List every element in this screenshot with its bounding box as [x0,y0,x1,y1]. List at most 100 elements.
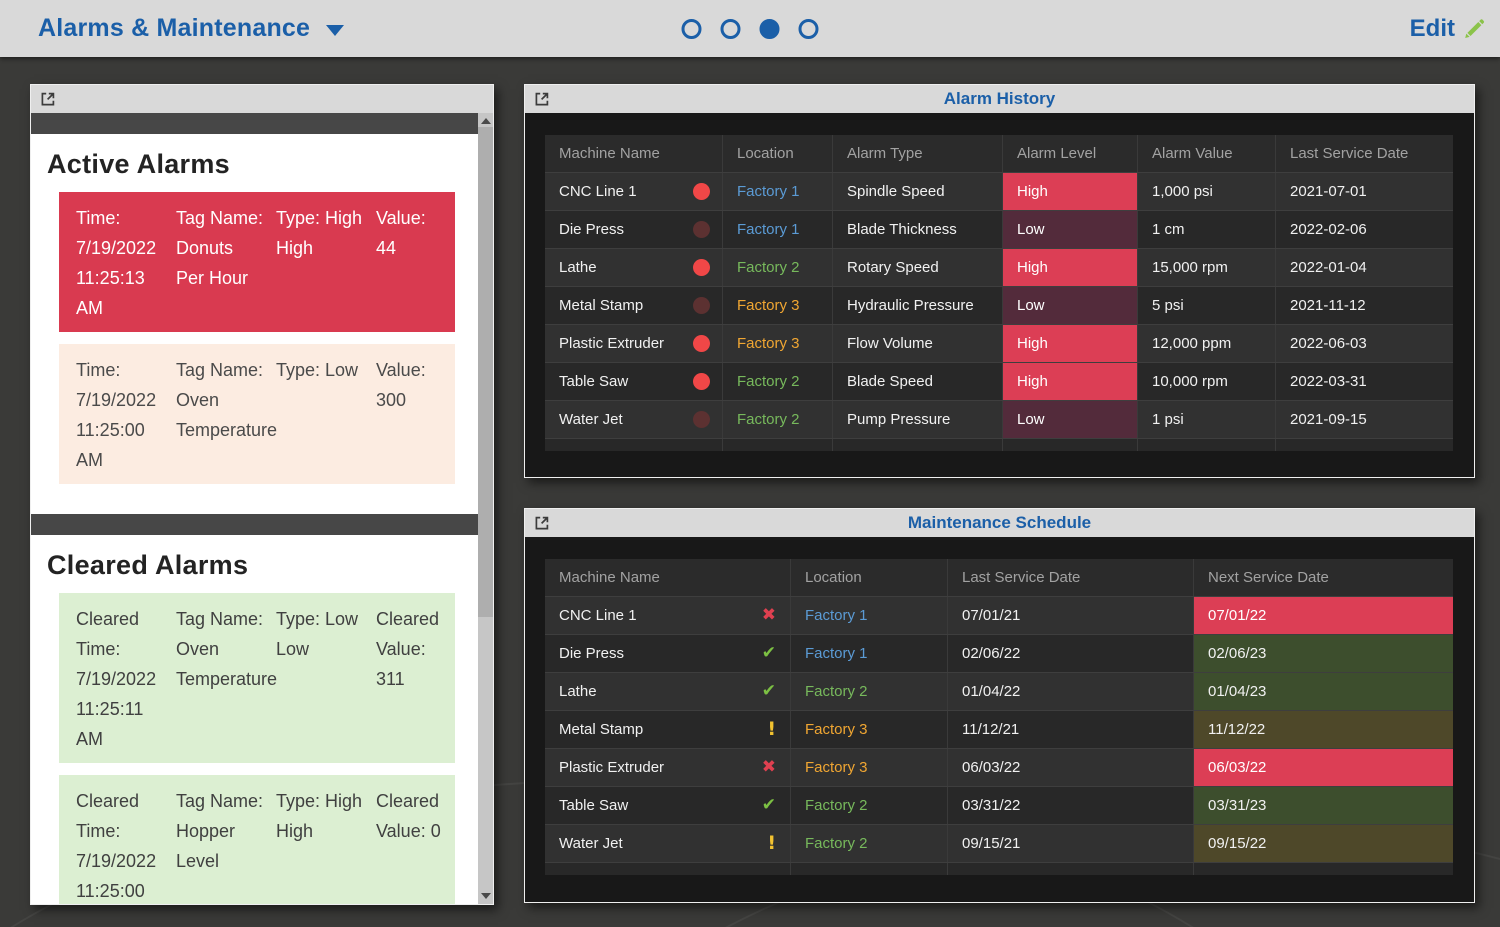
last-service-date-cell: 2022-03-31 [1275,363,1453,400]
group-bar [31,113,478,134]
check-icon: ✔ [762,787,778,824]
maintenance-row[interactable]: Plastic Extruder✖Factory 306/03/2206/03/… [545,748,1453,786]
alarm-inactive-indicator-icon [693,411,710,428]
location-cell: Factory 2 [722,363,832,400]
location-cell: Factory 1 [722,211,832,248]
alarm-value-cell: 1 psi [1137,401,1275,438]
alarm-history-row[interactable]: Die PressFactory 1Blade ThicknessLow1 cm… [545,210,1453,248]
alarm-history-row[interactable]: Table SawFactory 2Blade SpeedHigh10,000 … [545,362,1453,400]
alarm-field: Value: 300 [376,355,451,475]
machine-name: Metal Stamp [559,287,643,324]
alarm-field: Value: 44 [376,203,451,323]
next-service-date-cell: 06/03/22 [1193,749,1453,786]
cleared-alarms-list: Cleared Time: 7/19/2022 11:25:11 AMTag N… [31,593,478,904]
empty-cell [790,863,947,875]
alarm-inactive-indicator-icon [693,221,710,238]
scrollbar-thumb[interactable] [478,127,493,617]
alarm-field: Tag Name: Oven Temperature [176,355,276,475]
cross-icon: ✖ [762,597,778,634]
alarm-history-title: Alarm History [944,89,1055,109]
last-service-date-cell: 07/01/21 [947,597,1193,634]
machine-name-cell: Metal Stamp [545,287,722,324]
machine-name: Water Jet [559,825,623,862]
empty-cell [1275,439,1453,451]
column-header: Last Service Date [1275,135,1453,172]
maintenance-row[interactable]: Water Jet!Factory 209/15/2109/15/22 [545,824,1453,862]
maintenance-row[interactable]: Die Press✔Factory 102/06/2202/06/23 [545,634,1453,672]
alarm-field: Type: Low [276,355,376,475]
alarm-history-row[interactable]: LatheFactory 2Rotary SpeedHigh15,000 rpm… [545,248,1453,286]
next-service-date-cell: 01/04/23 [1193,673,1453,710]
alarm-value-cell: 12,000 ppm [1137,325,1275,362]
alarm-field: Cleared Value: 0 [376,786,451,904]
location-cell: Factory 2 [790,825,947,862]
open-in-window-icon[interactable] [532,513,552,533]
maintenance-row[interactable]: Lathe✔Factory 201/04/2201/04/23 [545,672,1453,710]
page-dot-1[interactable] [682,19,702,39]
chevron-down-icon [326,25,344,36]
machine-name: Lathe [559,673,597,710]
machine-name: Metal Stamp [559,711,643,748]
pencil-icon [1462,17,1486,41]
scroll-down-arrow-icon[interactable] [481,893,491,899]
machine-name: Plastic Extruder [559,325,664,362]
alarm-history-row[interactable]: Metal StampFactory 3Hydraulic PressureLo… [545,286,1453,324]
machine-name: Lathe [559,249,597,286]
dashboard-selector[interactable]: Alarms & Maintenance [38,0,344,57]
alarm-history-row[interactable]: CNC Line 1Factory 1Spindle SpeedHigh1,00… [545,172,1453,210]
edit-button[interactable]: Edit [1410,0,1486,57]
empty-table-row [545,862,1453,875]
top-bar: Alarms & Maintenance Edit [0,0,1500,57]
machine-name-cell: Plastic Extruder✖ [545,749,790,786]
location-cell: Factory 1 [790,597,947,634]
machine-name-cell: Water Jet [545,401,722,438]
column-header: Location [790,559,947,596]
alarm-level-cell: High [1002,325,1137,362]
maintenance-schedule-widget: Maintenance Schedule Machine NameLocatio… [524,508,1475,903]
alarm-level-cell: Low [1002,401,1137,438]
machine-name: CNC Line 1 [559,173,637,210]
machine-name-cell: Lathe✔ [545,673,790,710]
last-service-date-cell: 2022-06-03 [1275,325,1453,362]
open-in-window-icon[interactable] [38,89,58,109]
alarm-field: Time: 7/19/2022 11:25:00 AM [76,355,176,475]
machine-name-cell: Plastic Extruder [545,325,722,362]
alarm-active-indicator-icon [693,373,710,390]
next-service-date-cell: 07/01/22 [1193,597,1453,634]
machine-name: CNC Line 1 [559,597,637,634]
alarm-history-row[interactable]: Plastic ExtruderFactory 3Flow VolumeHigh… [545,324,1453,362]
empty-cell [832,439,1002,451]
alarm-value-cell: 5 psi [1137,287,1275,324]
last-service-date-cell: 2022-01-04 [1275,249,1453,286]
column-header: Machine Name [545,135,722,172]
alarm-history-row[interactable]: Water JetFactory 2Pump PressureLow1 psi2… [545,400,1453,438]
column-header: Last Service Date [947,559,1193,596]
machine-name-cell: Lathe [545,249,722,286]
next-service-date-cell: 02/06/23 [1193,635,1453,672]
last-service-date-cell: 2022-02-06 [1275,211,1453,248]
page-dot-3[interactable] [760,19,780,39]
alarms-widget-titlebar [31,85,493,113]
maintenance-row[interactable]: Metal Stamp!Factory 311/12/2111/12/22 [545,710,1453,748]
maintenance-schedule-titlebar: Maintenance Schedule [525,509,1474,537]
page-dot-4[interactable] [799,19,819,39]
alarms-scroll-area: Active Alarms Time: 7/19/2022 11:25:13 A… [31,113,478,904]
next-service-date-cell: 03/31/23 [1193,787,1453,824]
alarm-type-cell: Rotary Speed [832,249,1002,286]
maintenance-row[interactable]: Table Saw✔Factory 203/31/2203/31/23 [545,786,1453,824]
page-dot-2[interactable] [721,19,741,39]
open-in-window-icon[interactable] [532,89,552,109]
page-title: Alarms & Maintenance [38,14,310,43]
alarm-level-cell: High [1002,249,1137,286]
column-header: Alarm Value [1137,135,1275,172]
scroll-up-arrow-icon[interactable] [481,118,491,124]
maintenance-row[interactable]: CNC Line 1 ✖ Factory 107/01/2107/01/22 [545,596,1453,634]
empty-cell [545,863,790,875]
cleared-alarm-card: Cleared Time: 7/19/2022 11:25:11 AMTag N… [59,593,455,763]
machine-name-cell: CNC Line 1 [545,173,722,210]
alarm-field: Cleared Value: 311 [376,604,451,754]
empty-cell [1137,439,1275,451]
vertical-scrollbar[interactable] [478,113,493,904]
alarm-type-cell: Flow Volume [832,325,1002,362]
alarm-history-titlebar: Alarm History [525,85,1474,113]
